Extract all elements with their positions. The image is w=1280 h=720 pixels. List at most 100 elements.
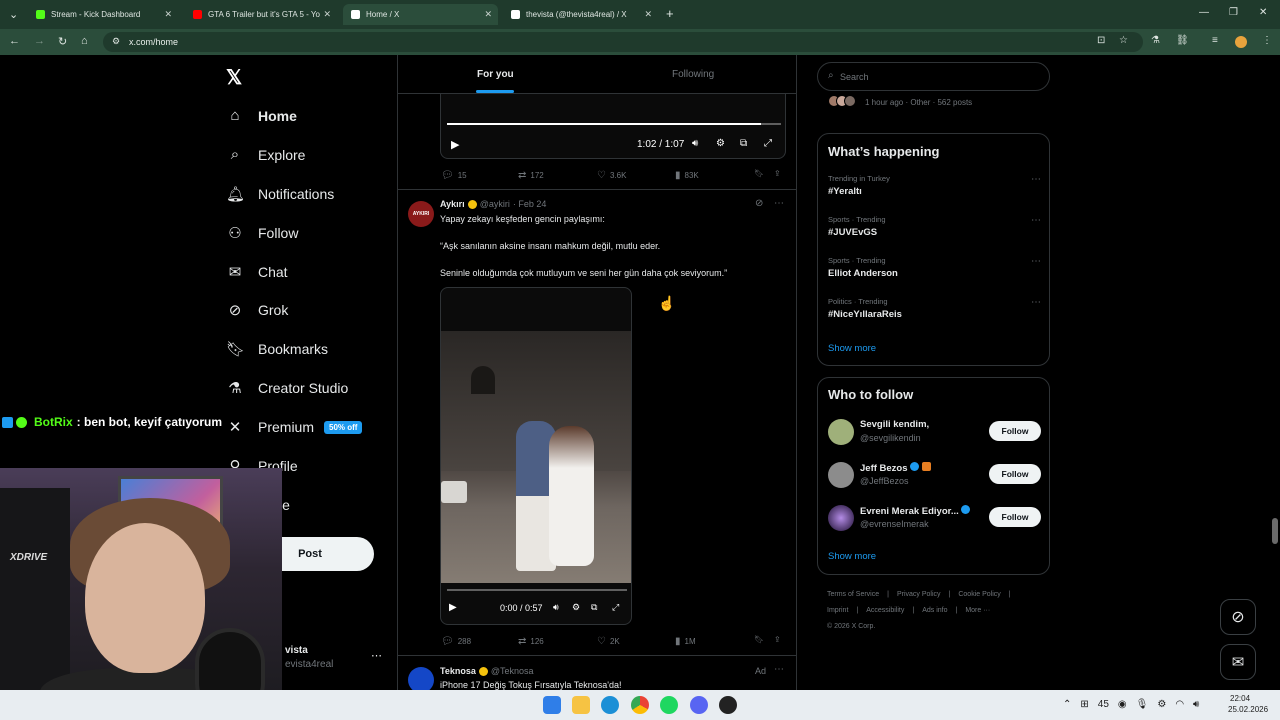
steam-icon[interactable]: ◉ [1118, 699, 1127, 710]
more-icon[interactable]: ⋯ [1031, 215, 1041, 226]
author-handle[interactable]: @Teknosa [491, 666, 534, 676]
nav-chat[interactable]: ✉ Chat [226, 263, 288, 281]
more-icon[interactable]: ⋯ [1031, 297, 1041, 308]
author-handle[interactable]: @aykiri [480, 199, 510, 209]
browser-menu-icon[interactable]: ⋮ [1262, 35, 1272, 46]
video-progress-bar[interactable] [447, 123, 781, 125]
follow-suggestion[interactable]: Evreni Merak Ediyor... @evrenseImerak Fo… [828, 503, 1041, 533]
trend-item[interactable]: Sports · Trending #JUVEvGS ⋯ [828, 215, 1041, 238]
settings-icon[interactable]: ⚙ [1157, 699, 1166, 710]
volume-icon[interactable]: 🔊︎ [1193, 699, 1199, 710]
clock-time[interactable]: 22:04 [1230, 694, 1250, 703]
tab-home-x[interactable]: Home / X ✕ [343, 4, 498, 25]
avatar[interactable]: AYKIRI [408, 201, 434, 227]
reply-button[interactable]: 💬︎ 15 [441, 170, 467, 181]
repost-button[interactable]: ⇄ 172 [518, 170, 544, 181]
back-button[interactable]: ← [9, 35, 20, 47]
forward-button[interactable]: → [34, 35, 45, 47]
post2-video[interactable]: ▶ 0:00 / 0:57 🔊︎ ⚙ ⧉ ⤢ [440, 287, 632, 625]
nav-home[interactable]: ⌂ Home [226, 107, 296, 124]
trend-item[interactable]: Politics · Trending #NiceYıllaraReis ⋯ [828, 297, 1041, 320]
fullscreen-icon[interactable]: ⤢ [764, 138, 772, 149]
tab-thevista[interactable]: thevista (@thevista4real) / X ✕ [503, 4, 658, 25]
install-app-icon[interactable]: ⊡ [1097, 35, 1105, 46]
bookmark-icon[interactable]: 🔖︎ [754, 635, 764, 644]
clock-date[interactable]: 25.02.2026 [1228, 705, 1268, 714]
avatar[interactable] [408, 667, 434, 690]
pip-icon[interactable]: ⧉ [740, 138, 747, 149]
site-info-icon[interactable]: ⚙ [112, 36, 120, 47]
author-name[interactable]: Aykırı [440, 199, 465, 209]
volume-icon[interactable]: 🔊︎ [692, 138, 698, 149]
more-icon[interactable]: ⋯ [774, 198, 784, 209]
show-more-link[interactable]: Show more [828, 551, 876, 562]
scrollbar[interactable] [1272, 518, 1278, 544]
trend-item[interactable]: Sports · Trending Elliot Anderson ⋯ [828, 256, 1041, 279]
chevron-up-icon[interactable]: ⌃ [1063, 699, 1071, 710]
footer-link[interactable]: Accessibility [866, 607, 904, 614]
obs-icon[interactable] [719, 696, 737, 714]
spotify-icon[interactable] [660, 696, 678, 714]
windows-start-icon[interactable] [543, 696, 561, 714]
settings-icon[interactable]: ⚙ [716, 138, 725, 149]
footer-link[interactable]: Ads info [922, 607, 947, 614]
share-icon[interactable]: ⇪ [774, 635, 781, 644]
profile-avatar[interactable] [1235, 36, 1247, 48]
wifi-icon[interactable]: ◠ [1175, 699, 1184, 710]
volume-icon[interactable]: 🔊︎ [553, 602, 559, 613]
nav-explore[interactable]: ⌕ Explore [226, 146, 306, 163]
search-input[interactable]: ⌕ Search [817, 62, 1050, 91]
tab-following[interactable]: Following [672, 69, 714, 80]
nav-creator-studio[interactable]: ⚗ Creator Studio [226, 379, 348, 397]
grok-icon[interactable]: ⊘ [755, 198, 763, 209]
nav-follow[interactable]: ⚇ Follow [226, 224, 298, 242]
follow-suggestion[interactable]: Sevgili kendim, @sevgilikendin Follow [828, 417, 1041, 447]
views-button[interactable]: ▮ 1M [675, 636, 696, 647]
microphone-icon[interactable]: 🎙︎ [1136, 699, 1149, 710]
like-button[interactable]: ♡ 2K [597, 636, 620, 647]
like-button[interactable]: ♡ 3.6K [597, 170, 626, 181]
minimize-button[interactable]: — [1199, 7, 1209, 18]
more-icon[interactable]: ⋯ [371, 649, 382, 662]
close-icon[interactable]: ✕ [323, 9, 331, 20]
more-icon[interactable]: ⋯ [1031, 174, 1041, 185]
follow-suggestion[interactable]: Jeff Bezos @JeffBezos Follow [828, 460, 1041, 490]
file-explorer-icon[interactable] [572, 696, 590, 714]
reload-button[interactable]: ↻ [58, 35, 67, 48]
x-logo-icon[interactable]: 𝕏 [226, 65, 242, 90]
more-icon[interactable]: ⋯ [1031, 256, 1041, 267]
profile-name[interactable]: vista [285, 645, 308, 656]
bookmark-icon[interactable]: 🔖︎ [754, 169, 764, 178]
follow-button[interactable]: Follow [989, 507, 1041, 527]
show-more-link[interactable]: Show more [828, 343, 876, 354]
follow-button[interactable]: Follow [989, 464, 1041, 484]
fullscreen-icon[interactable]: ⤢ [612, 602, 619, 613]
footer-link[interactable]: More ··· [965, 607, 990, 614]
link-icon[interactable]: ⛓ [1176, 35, 1189, 46]
profile-handle[interactable]: evista4real [285, 659, 333, 670]
share-icon[interactable]: ⇪ [774, 169, 781, 178]
play-icon[interactable]: ▶ [449, 602, 457, 613]
footer-link[interactable]: Terms of Service [827, 591, 879, 598]
tab-list-icon[interactable]: ⌄ [9, 8, 18, 21]
new-tab-button[interactable]: + [666, 6, 674, 21]
restore-button[interactable]: ❐ [1229, 7, 1238, 18]
discord-icon[interactable] [690, 696, 708, 714]
address-bar[interactable]: ⚙ x.com/home [103, 32, 1143, 52]
grok-button[interactable]: ⊘ [1220, 599, 1256, 635]
media-control-icon[interactable]: ≡ [1212, 35, 1218, 46]
close-window-button[interactable]: ✕ [1259, 7, 1267, 18]
messages-button[interactable]: ✉ [1220, 644, 1256, 680]
footer-link[interactable]: Privacy Policy [897, 591, 941, 598]
settings-icon[interactable]: ⚙ [572, 602, 580, 613]
footer-link[interactable]: Cookie Policy [958, 591, 1000, 598]
network-icon[interactable]: ⊞ [1080, 699, 1088, 710]
home-button[interactable]: ⌂ [81, 35, 88, 47]
chrome-icon[interactable] [631, 696, 649, 714]
reply-button[interactable]: 💬︎ 288 [441, 636, 471, 647]
post-date[interactable]: · Feb 24 [513, 199, 547, 209]
video-progress-bar[interactable] [447, 589, 627, 591]
close-icon[interactable]: ✕ [644, 9, 652, 20]
nav-notifications[interactable]: 🔔︎ Notifications [226, 185, 334, 203]
close-icon[interactable]: ✕ [484, 9, 492, 20]
